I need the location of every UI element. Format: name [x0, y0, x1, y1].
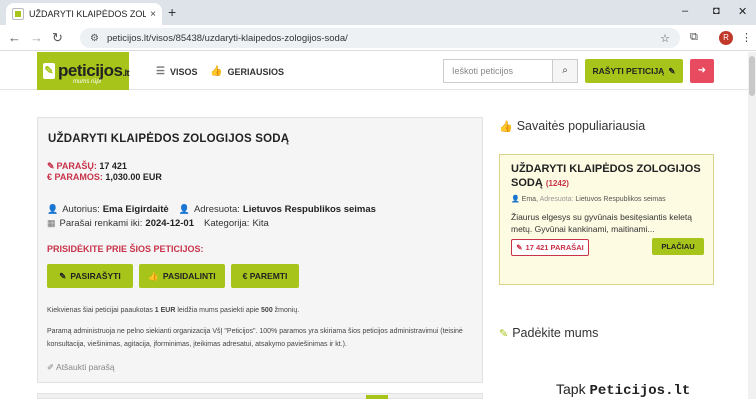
sign-in-icon: ➜ [697, 65, 707, 76]
minimize-icon[interactable]: – [682, 5, 688, 17]
menu-item-best[interactable]: 👍 GERIAUSIOS [210, 66, 284, 77]
become-member-text: Tapk Peticijos.lt [556, 381, 691, 399]
popular-meta: 👤 Ema, Adresuota: Lietuvos Respublikos s… [511, 196, 666, 203]
edit-icon: ✎ [516, 243, 523, 252]
next-section-strip [37, 393, 483, 399]
thumbs-up-icon: 👍 [148, 270, 159, 281]
search-icon: ⌕ [562, 65, 568, 76]
scrollbar-thumb[interactable] [749, 56, 755, 96]
page-scrollbar[interactable] [748, 52, 756, 399]
url-text[interactable]: peticijos.lt/visos/85438/uzdaryti-klaipe… [107, 33, 660, 44]
search-button[interactable]: ⌕ [552, 59, 578, 83]
edit-icon: ✎ [668, 65, 676, 76]
browser-tab[interactable]: UŽDARYTI KLAIPĖDOS ZOLOGIJOS SODĄ × [6, 3, 162, 25]
favicon-icon [12, 8, 24, 20]
address-bar-row: ← → ↻ ⚙ peticijos.lt/visos/85438/uzdaryt… [0, 25, 756, 51]
read-more-button[interactable]: PLAČIAU [652, 238, 704, 255]
tab-title: UŽDARYTI KLAIPĖDOS ZOLOGIJOS SODĄ [29, 9, 147, 19]
site-info-icon[interactable]: ⚙ [90, 33, 99, 44]
close-window-icon[interactable]: ✕ [738, 5, 747, 18]
petition-card: UŽDARYTI KLAIPĖDOS ZOLOGIJOS SODĄ ✎ PARAŠ… [37, 117, 483, 383]
petition-title: UŽDARYTI KLAIPĖDOS ZOLOGIJOS SODĄ [48, 133, 290, 145]
back-icon[interactable]: ← [8, 30, 21, 45]
edit-icon: ✎ [59, 270, 67, 281]
popular-petition-card[interactable]: UŽDARYTI KLAIPĖDOS ZOLOGIJOS SODĄ (1242)… [499, 154, 714, 285]
thumbs-up-icon: 👍 [210, 66, 223, 77]
addressee-user-icon: 👤 [178, 204, 190, 214]
forward-icon[interactable]: → [30, 30, 43, 45]
browser-menu-icon[interactable]: ⋮ [741, 31, 752, 44]
popular-title[interactable]: UŽDARYTI KLAIPĖDOS ZOLOGIJOS SODĄ (1242) [511, 162, 707, 191]
deadline-line: ▦ Parašai renkami iki: 2024-12-01 Kategor… [47, 218, 269, 229]
pencil-icon: ✎ [47, 161, 55, 171]
profile-avatar[interactable]: R [719, 31, 733, 45]
maximize-icon[interactable]: ◘ [713, 5, 720, 17]
extensions-icon[interactable]: ⧉ [690, 31, 698, 44]
signatures-stat: ✎ PARAŠŲ: 17 421 [47, 161, 127, 171]
thumbs-up-icon: 👍 [499, 120, 513, 133]
menu-item-all[interactable]: ☰ VISOS [156, 66, 197, 77]
user-icon: 👤 [511, 196, 520, 203]
edit-icon: ✎ [499, 327, 509, 340]
join-heading: PRISIDĖKITE PRIE ŠIOS PETICIJOS: [47, 244, 204, 254]
support-stat: € PARAMOS: 1,030.00 EUR [47, 172, 162, 182]
site-header: ✎ peticijos.lt mums rūpi ☰ VISOS 👍 GERIA… [0, 52, 756, 90]
revoke-signature-link[interactable]: ✐ Atšaukti parašą [47, 362, 115, 373]
site-logo[interactable]: ✎ peticijos.lt mums rūpi [37, 52, 129, 90]
browser-tabbar: UŽDARYTI KLAIPĖDOS ZOLOGIJOS SODĄ × + – … [0, 0, 756, 25]
popular-signatures-badge: ✎ 17 421 PARAŠAI [511, 239, 589, 256]
logo-subtitle: mums rūpi [73, 79, 102, 85]
eraser-icon: ✐ [47, 362, 55, 372]
calendar-icon: ▦ [47, 218, 56, 228]
support-button[interactable]: € PAREMTI [231, 264, 299, 288]
list-icon: ☰ [156, 66, 165, 77]
logo-pencil-icon: ✎ [43, 63, 56, 79]
search-input[interactable]: Ieškoti peticijos [443, 59, 553, 83]
help-us-heading: ✎ Padėkite mums [499, 326, 599, 340]
reload-icon[interactable]: ↻ [52, 30, 63, 46]
bookmark-star-icon[interactable]: ☆ [660, 32, 670, 45]
strip-accent [366, 395, 388, 399]
author-line: 👤 Autorius: Ema Eigirdaitė 👤 Adresuota: Li… [47, 204, 376, 215]
login-button[interactable]: ➜ [690, 59, 714, 83]
administration-note: Paramą administruoja ne pelno siekianti … [47, 328, 463, 348]
sign-button[interactable]: ✎ PASIRAŠYTI [47, 264, 133, 288]
donation-note: Kiekvienas šiai peticijai paaukotas 1 EU… [47, 307, 300, 314]
popular-description: Žiaurus elgesys su gyvūnais besitęsianti… [511, 212, 692, 234]
weekly-popular-heading: 👍 Savaitės populiariausia [499, 119, 646, 133]
share-button[interactable]: 👍 PASIDALINTI [139, 264, 225, 288]
tab-close-icon[interactable]: × [150, 9, 156, 20]
logo-text: peticijos.lt [58, 61, 129, 80]
write-petition-button[interactable]: RAŠYTI PETICIJĄ ✎ [585, 59, 683, 83]
user-icon: 👤 [47, 204, 59, 214]
omnibox[interactable]: ⚙ peticijos.lt/visos/85438/uzdaryti-klai… [80, 28, 680, 48]
new-tab-button[interactable]: + [168, 4, 176, 20]
